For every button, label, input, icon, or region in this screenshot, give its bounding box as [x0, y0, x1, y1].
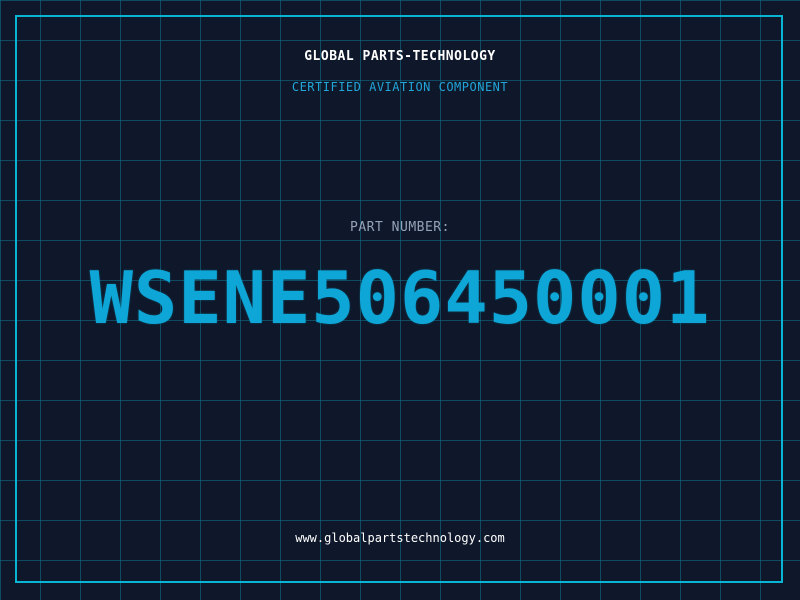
- certification-subtitle: CERTIFIED AVIATION COMPONENT: [291, 80, 509, 94]
- part-number-label: PART NUMBER:: [350, 220, 450, 235]
- website-url: www.globalpartstechnology.com: [295, 531, 505, 545]
- company-name: GLOBAL PARTS-TECHNOLOGY: [304, 49, 496, 64]
- part-number-value: WSENE506450001: [89, 256, 711, 340]
